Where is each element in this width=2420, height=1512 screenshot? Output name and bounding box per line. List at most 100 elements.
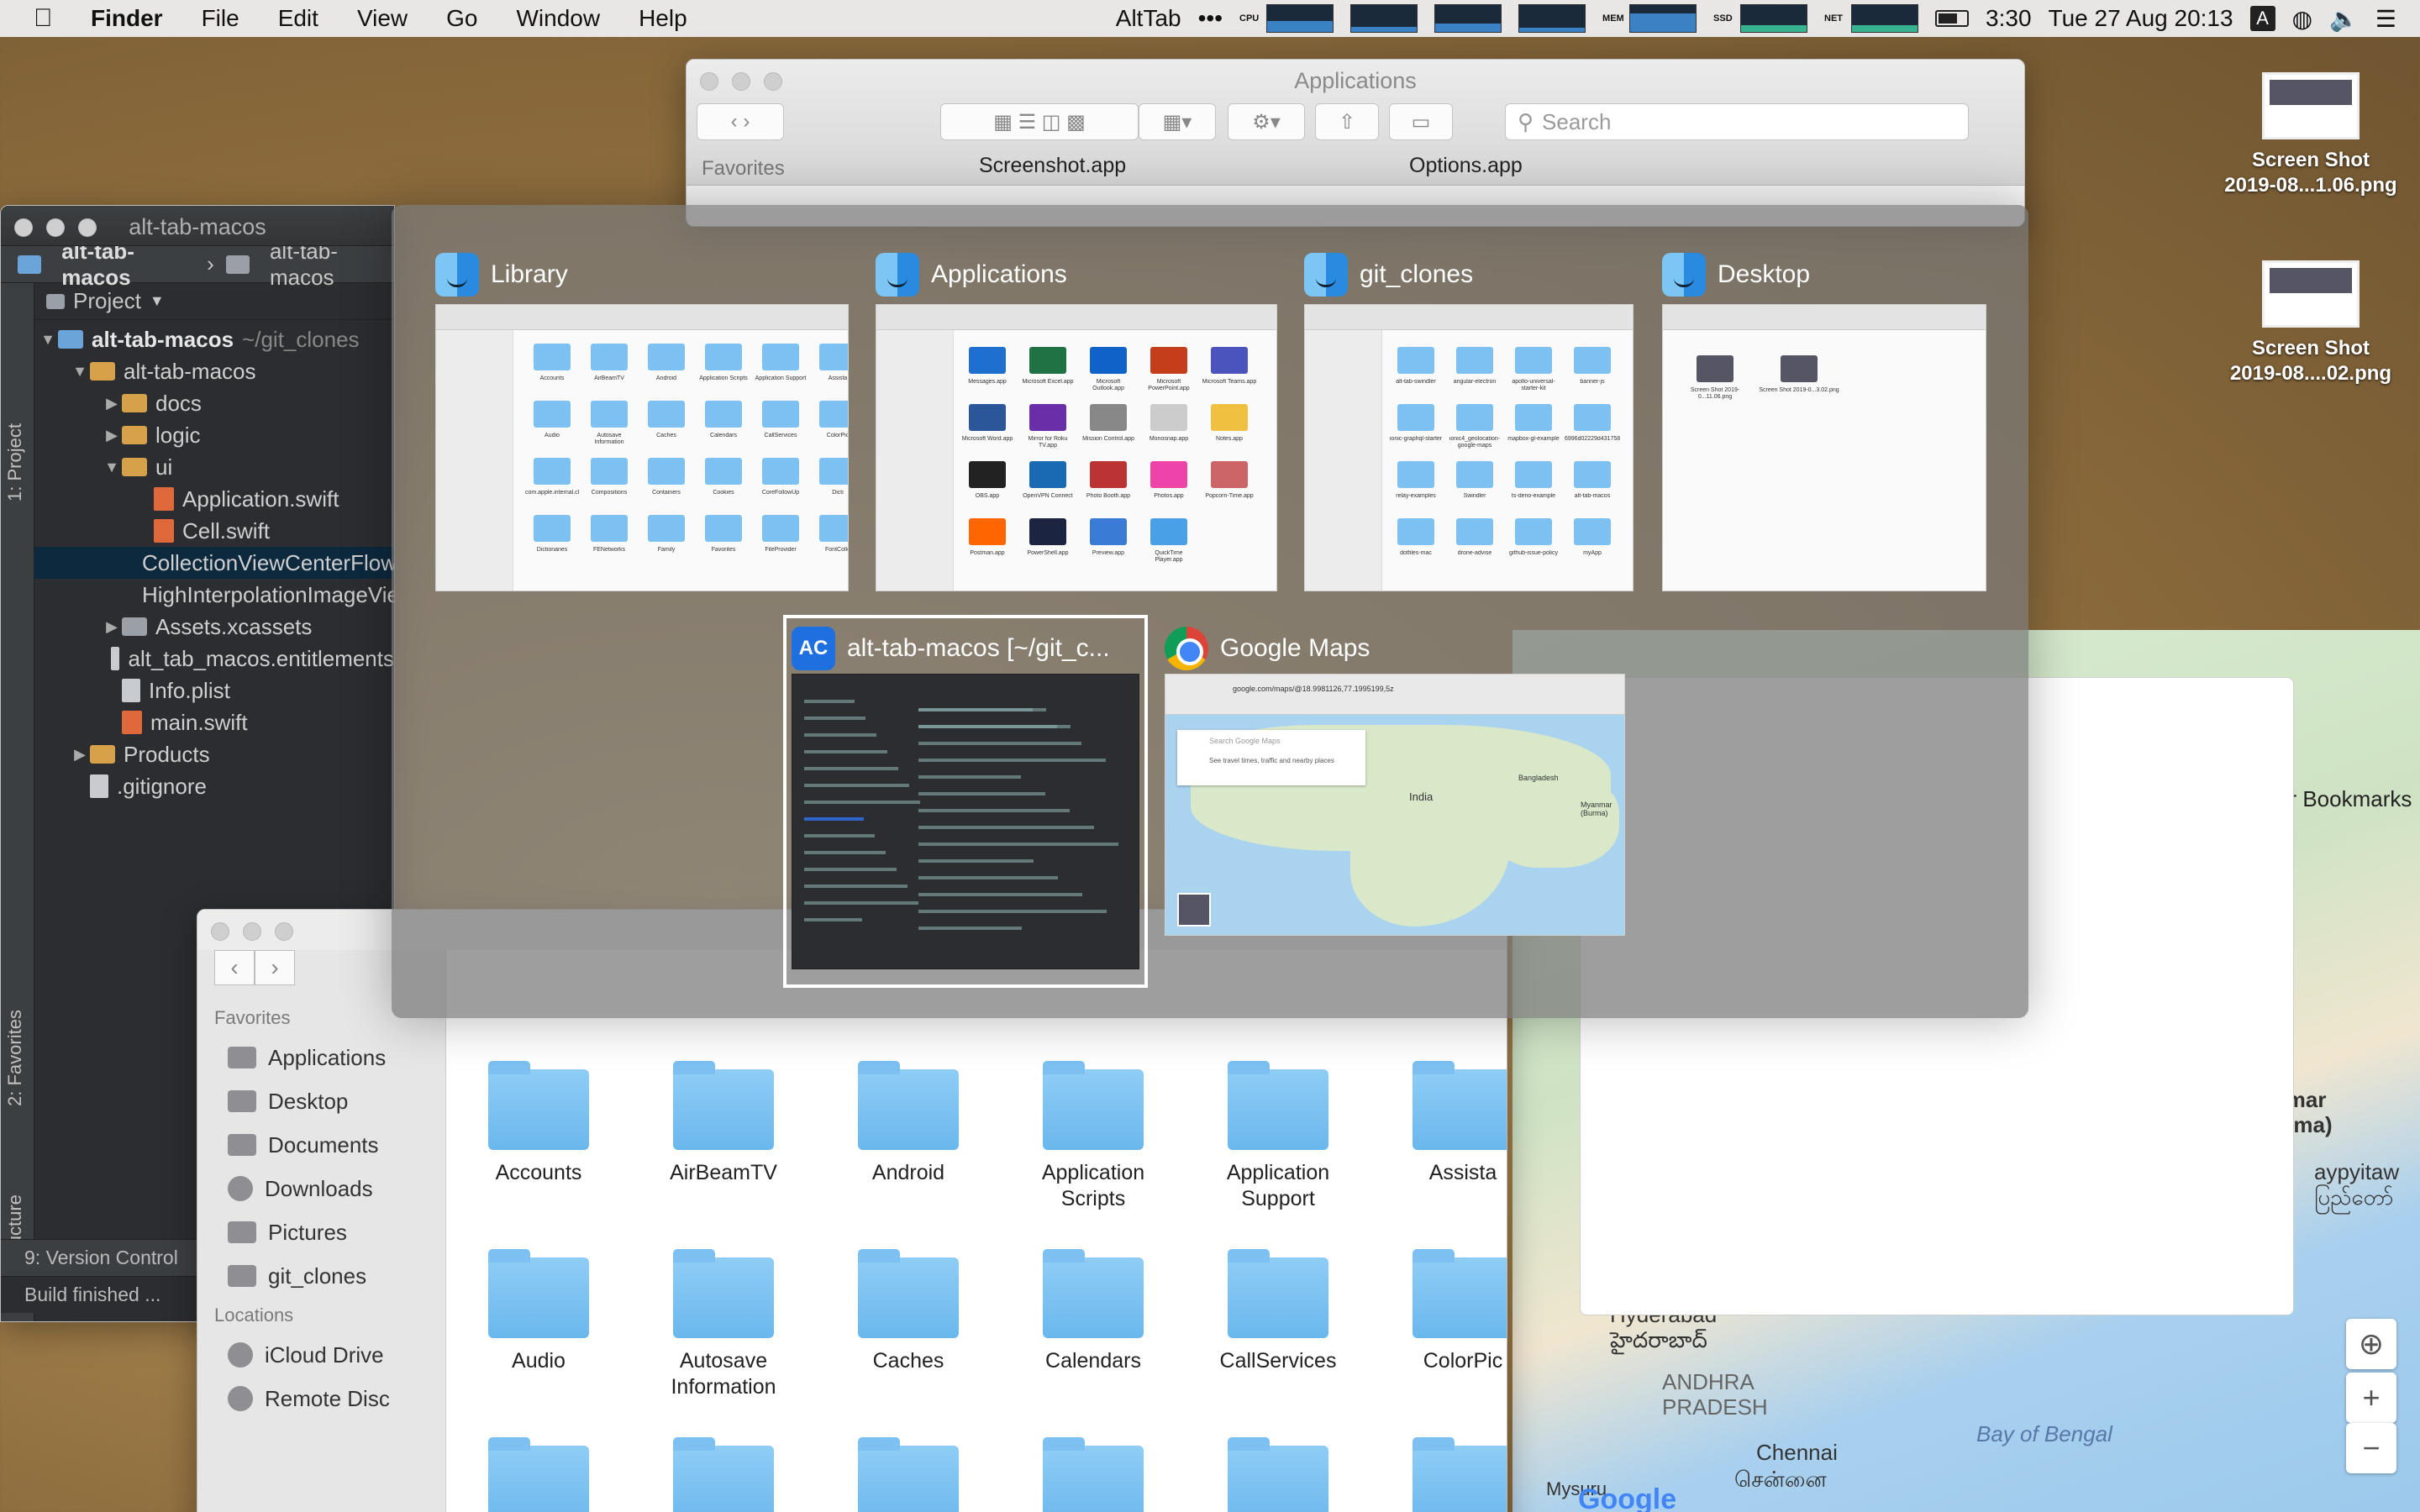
sidebar-item-documents[interactable]: Documents bbox=[197, 1123, 445, 1167]
tree-row[interactable]: ▼ ui bbox=[34, 451, 394, 483]
folder-item[interactable] bbox=[455, 1437, 623, 1512]
menu-view[interactable]: View bbox=[357, 5, 408, 32]
battery-time[interactable]: 3:30 bbox=[1986, 5, 2032, 32]
desktop-file-screenshot-1[interactable]: Screen Shot 2019-08...1.06.png bbox=[2218, 72, 2403, 198]
folder-item[interactable] bbox=[1194, 1437, 1362, 1512]
view-mode-buttons[interactable]: ▦ ☰ ◫ ▩ bbox=[940, 103, 1139, 140]
more-status-icon[interactable]: ••• bbox=[1198, 5, 1223, 32]
menu-file[interactable]: File bbox=[202, 5, 239, 32]
folder-item[interactable] bbox=[824, 1437, 992, 1512]
volume-icon[interactable]: 🔈 bbox=[2329, 5, 2359, 33]
chevron-down-icon[interactable]: ▼ bbox=[38, 331, 58, 349]
gear-icon[interactable]: ⚙▾ bbox=[1228, 103, 1305, 140]
switcher-tile-applications[interactable]: Applications Messages.app Microsoft Excel… bbox=[876, 245, 1277, 591]
file-item[interactable]: Screenshot.app bbox=[979, 154, 1126, 178]
tree-row[interactable]: Application.swift bbox=[34, 483, 394, 515]
my-location-button[interactable]: ⊕ bbox=[2346, 1319, 2396, 1369]
tree-row[interactable]: ▼ alt-tab-macos ~/git_clones bbox=[34, 323, 394, 355]
sidebar-item-pictures[interactable]: Pictures bbox=[197, 1210, 445, 1254]
switcher-tile-desktop[interactable]: Desktop Screen Shot 2019-0...11.06.png Sc… bbox=[1662, 245, 1986, 591]
clock[interactable]: Tue 27 Aug 20:13 bbox=[2049, 5, 2233, 32]
bookmarks-bar-label[interactable]: er Bookmarks bbox=[2277, 786, 2412, 811]
tree-row[interactable]: main.swift bbox=[34, 706, 394, 738]
folder-item[interactable]: Audio bbox=[455, 1249, 623, 1374]
cpu-graph-3[interactable] bbox=[1434, 4, 1502, 33]
folder-item[interactable]: Application Scripts bbox=[1009, 1061, 1177, 1212]
tree-row[interactable]: ▶ Products bbox=[34, 738, 394, 770]
alttab-status-item[interactable]: AltTab bbox=[1116, 5, 1181, 32]
input-source-icon[interactable]: A bbox=[2249, 6, 2275, 31]
menu-window[interactable]: Window bbox=[516, 5, 600, 32]
menu-edit[interactable]: Edit bbox=[278, 5, 318, 32]
tag-icon[interactable]: ▭ bbox=[1389, 103, 1453, 140]
chevron-right-icon[interactable]: ▶ bbox=[102, 427, 122, 444]
folder-item[interactable] bbox=[1379, 1437, 1507, 1512]
finder-titlebar[interactable]: Applications ‹ › ▦ ☰ ◫ ▩ ▦▾ ⚙▾ ⇧ ▭ ⚲ Sear… bbox=[687, 60, 2024, 186]
forward-button[interactable]: › bbox=[255, 950, 295, 985]
folder-item[interactable]: Caches bbox=[824, 1249, 992, 1374]
finder-applications-window[interactable]: Applications ‹ › ▦ ☰ ◫ ▩ ▦▾ ⚙▾ ⇧ ▭ ⚲ Sear… bbox=[686, 59, 2025, 227]
zoom-in-button[interactable]: + bbox=[2346, 1373, 2396, 1423]
chevron-right-icon[interactable]: ▶ bbox=[102, 618, 122, 636]
cpu-graph-4[interactable] bbox=[1518, 4, 1586, 33]
project-view-selector[interactable]: Project bbox=[73, 288, 141, 314]
sidebar-item-desktop[interactable]: Desktop bbox=[197, 1079, 445, 1123]
folder-item[interactable]: Accounts bbox=[455, 1061, 623, 1186]
chevron-right-icon[interactable]: ▶ bbox=[70, 746, 90, 764]
folder-item[interactable]: Autosave Information bbox=[639, 1249, 808, 1400]
minimize-icon[interactable] bbox=[243, 922, 261, 941]
folder-item[interactable]: Calendars bbox=[1009, 1249, 1177, 1374]
search-input[interactable]: ⚲ Search bbox=[1505, 103, 1969, 140]
tree-row[interactable]: Info.plist bbox=[34, 675, 394, 706]
chevron-down-icon[interactable]: ▼ bbox=[150, 292, 165, 310]
tree-row[interactable]: Cell.swift bbox=[34, 515, 394, 547]
tree-row[interactable]: ▶ docs bbox=[34, 387, 394, 419]
desktop-file-screenshot-2[interactable]: Screen Shot 2019-08....02.png bbox=[2218, 260, 2403, 386]
tab-project[interactable]: 1: Project bbox=[4, 423, 26, 501]
switcher-tile-library[interactable]: Library Accounts AirBeamTV Android Applicat… bbox=[435, 245, 849, 591]
chevron-down-icon[interactable]: ▼ bbox=[102, 459, 122, 476]
net-graph[interactable] bbox=[1851, 4, 1919, 33]
battery-icon[interactable] bbox=[1935, 10, 1970, 27]
ide-titlebar[interactable]: alt-tab-macos bbox=[1, 206, 394, 246]
tree-row[interactable]: CollectionViewCenterFlowLayout.swift bbox=[34, 547, 394, 579]
menu-app-finder[interactable]: Finder bbox=[91, 5, 163, 32]
zoom-icon[interactable] bbox=[275, 922, 293, 941]
back-button[interactable]: ‹ bbox=[214, 950, 255, 985]
sidebar-item-applications[interactable]: Applications bbox=[197, 1036, 445, 1079]
folder-item[interactable]: Application Support bbox=[1194, 1061, 1362, 1212]
tree-row[interactable]: ▶ logic bbox=[34, 419, 394, 451]
switcher-tile-alt-tab-macos[interactable]: AC alt-tab-macos [~/git_c... bbox=[783, 615, 1148, 988]
chevron-right-icon[interactable]: ▶ bbox=[102, 395, 122, 412]
wifi-icon[interactable]: ◍ bbox=[2292, 5, 2312, 33]
sidebar-item-git-clones[interactable]: git_clones bbox=[197, 1254, 445, 1298]
folder-item[interactable]: CallServices bbox=[1194, 1249, 1362, 1374]
switcher-tile-google-maps[interactable]: Google Maps google.com/maps/@18.9981126,… bbox=[1165, 623, 1625, 936]
tree-row[interactable]: ▼ alt-tab-macos bbox=[34, 355, 394, 387]
zoom-out-button[interactable]: − bbox=[2346, 1423, 2396, 1473]
mem-graph[interactable] bbox=[1629, 4, 1697, 33]
group-button[interactable]: ▦▾ bbox=[1139, 103, 1216, 140]
folder-item[interactable]: Android bbox=[824, 1061, 992, 1186]
sidebar-item-downloads[interactable]: Downloads bbox=[197, 1167, 445, 1210]
notification-center-icon[interactable]: ☰ bbox=[2375, 5, 2396, 33]
tab-favorites[interactable]: 2: Favorites bbox=[4, 1010, 26, 1106]
share-icon[interactable]: ⇧ bbox=[1315, 103, 1379, 140]
tree-row[interactable]: alt_tab_macos.entitlements bbox=[34, 643, 394, 675]
tree-row[interactable]: HighInterpolationImageView.swift bbox=[34, 579, 394, 611]
file-item[interactable]: Options.app bbox=[1409, 154, 1523, 178]
folder-item[interactable] bbox=[1009, 1437, 1177, 1512]
ssd-graph[interactable] bbox=[1740, 4, 1808, 33]
folder-item[interactable] bbox=[639, 1437, 808, 1512]
folder-item[interactable]: ColorPic bbox=[1379, 1249, 1507, 1374]
tree-row[interactable]: .gitignore bbox=[34, 770, 394, 802]
chevron-down-icon[interactable]: ▼ bbox=[70, 363, 90, 381]
sidebar-item-remote-disc[interactable]: Remote Disc bbox=[197, 1377, 445, 1420]
menu-go[interactable]: Go bbox=[446, 5, 477, 32]
switcher-tile-git-clones[interactable]: git_clones alt-tab-swindler angular-elect… bbox=[1304, 245, 1634, 591]
folder-item[interactable]: AirBeamTV bbox=[639, 1061, 808, 1186]
tree-row[interactable]: ▶ Assets.xcassets bbox=[34, 611, 394, 643]
menu-help[interactable]: Help bbox=[639, 5, 687, 32]
close-icon[interactable] bbox=[211, 922, 229, 941]
folder-item[interactable]: Assista bbox=[1379, 1061, 1507, 1186]
